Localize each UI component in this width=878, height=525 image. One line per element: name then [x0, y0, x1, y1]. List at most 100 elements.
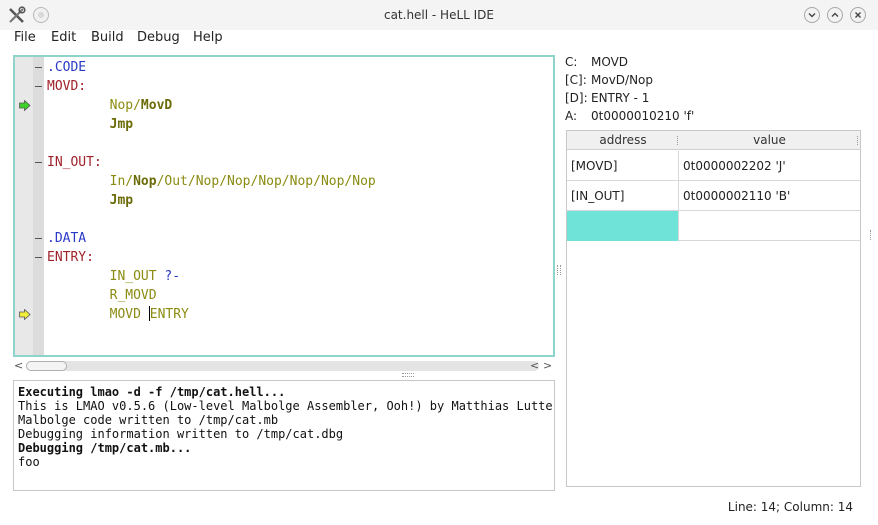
- table-row[interactable]: [MOVD] 0t0000002202 'J': [567, 151, 860, 181]
- code-line[interactable]: [15, 210, 553, 229]
- fold-toggle-icon[interactable]: [35, 162, 42, 163]
- code-token: Nop/: [47, 98, 141, 113]
- register-a-value: 0t0000010210 'f': [591, 109, 695, 123]
- close-icon: [855, 12, 861, 18]
- code-line-text[interactable]: .CODE: [47, 58, 86, 77]
- code-line-text[interactable]: ENTRY:: [47, 248, 94, 267]
- output-console[interactable]: Executing lmao -d -f /tmp/cat.hell... Thi…: [13, 380, 555, 491]
- code-line-text[interactable]: IN_OUT:: [47, 153, 102, 172]
- value-cell[interactable]: 0t0000002202 'J': [679, 151, 860, 181]
- close-button[interactable]: [850, 7, 866, 23]
- code-line[interactable]: In/Nop/Out/Nop/Nop/Nop/Nop/Nop/Nop: [15, 172, 553, 191]
- address-cell[interactable]: [MOVD]: [567, 151, 679, 181]
- code-token: Jmp: [109, 117, 134, 132]
- code-line[interactable]: Nop/MovD: [15, 96, 553, 115]
- minimize-button[interactable]: [804, 7, 820, 23]
- scroll-track[interactable]: [26, 361, 539, 371]
- table-row-new[interactable]: [567, 211, 860, 241]
- code-token: .DATA: [47, 231, 87, 246]
- value-cell[interactable]: [679, 211, 860, 241]
- scroll-left-alt-icon[interactable]: <: [530, 359, 539, 372]
- title-bar: cat.hell - HeLL IDE: [0, 0, 878, 30]
- address-cell[interactable]: [IN_OUT]: [567, 181, 679, 211]
- maximize-button[interactable]: [827, 7, 843, 23]
- code-token: MOVD: [47, 307, 149, 322]
- scroll-right-icon[interactable]: >: [543, 359, 552, 372]
- code-token: R_MOVD: [47, 288, 157, 303]
- code-line[interactable]: MOVD:: [15, 77, 553, 96]
- code-token: MovD: [140, 98, 173, 113]
- code-token: In/: [47, 174, 134, 189]
- menu-edit[interactable]: Edit: [51, 30, 76, 52]
- code-line-text[interactable]: Jmp: [47, 191, 133, 210]
- menu-file[interactable]: File: [14, 30, 36, 52]
- code-line[interactable]: Jmp: [15, 191, 553, 210]
- value-cell[interactable]: 0t0000002110 'B': [679, 181, 860, 211]
- vertical-splitter-handle[interactable]: [557, 265, 561, 275]
- register-a-label: A:: [565, 109, 578, 123]
- code-line[interactable]: .CODE: [15, 58, 553, 77]
- code-line[interactable]: IN_OUT ?-: [15, 267, 553, 286]
- code-line-text[interactable]: MOVD ENTRY: [47, 305, 189, 324]
- output-line: This is LMAO v0.5.6 (Low-level Malbolge …: [18, 399, 555, 413]
- fold-toggle-icon[interactable]: [35, 67, 42, 68]
- output-line: Debugging /tmp/cat.mb...: [18, 441, 192, 455]
- code-line[interactable]: Jmp: [15, 115, 553, 134]
- scroll-thumb[interactable]: [26, 361, 67, 371]
- output-line: Malbolge code written to /tmp/cat.mb: [18, 413, 279, 427]
- fold-toggle-icon[interactable]: [35, 238, 42, 239]
- code-line-text[interactable]: In/Nop/Out/Nop/Nop/Nop/Nop/Nop/Nop: [47, 172, 376, 191]
- current-instruction-arrow-icon: [19, 100, 31, 111]
- horizontal-splitter-handle[interactable]: [402, 373, 414, 377]
- code-line[interactable]: MOVD ENTRY: [15, 305, 553, 324]
- code-line-text[interactable]: Jmp: [47, 115, 133, 134]
- address-cell-selected[interactable]: [567, 211, 679, 241]
- fold-toggle-icon[interactable]: [35, 86, 42, 87]
- register-mem-c-label: [C]:: [565, 73, 587, 87]
- menu-help[interactable]: Help: [193, 30, 223, 52]
- code-line[interactable]: R_MOVD: [15, 286, 553, 305]
- code-token: Nop: [133, 174, 157, 189]
- chevron-up-icon: [831, 12, 839, 17]
- output-line: foo: [18, 455, 40, 469]
- code-line[interactable]: [15, 134, 553, 153]
- code-line-text[interactable]: .DATA: [47, 229, 86, 248]
- register-c-label: C:: [565, 55, 578, 69]
- code-token: IN_OUT:: [47, 155, 102, 170]
- editor-horizontal-scrollbar[interactable]: < < >: [13, 359, 555, 373]
- code-token: MOVD:: [47, 79, 87, 94]
- output-line: Executing lmao -d -f /tmp/cat.hell...: [18, 385, 286, 399]
- register-mem-c-value: MovD/Nop: [591, 73, 654, 87]
- code-line[interactable]: ENTRY:: [15, 248, 553, 267]
- code-token: .CODE: [47, 60, 87, 75]
- menu-debug[interactable]: Debug: [137, 30, 180, 52]
- code-line[interactable]: IN_OUT:: [15, 153, 553, 172]
- watch-table[interactable]: address value [MOVD] 0t0000002202 'J' [I…: [566, 130, 861, 487]
- column-header-value[interactable]: value: [679, 131, 860, 150]
- table-header: address value: [567, 131, 860, 150]
- scroll-left-icon[interactable]: <: [14, 359, 23, 372]
- code-token: Jmp: [109, 193, 134, 208]
- code-line-text[interactable]: IN_OUT ?-: [47, 267, 180, 286]
- register-mem-d-label: [D]:: [565, 91, 588, 105]
- code-token: /Out/Nop/Nop/Nop/Nop/Nop/Nop: [156, 174, 376, 189]
- column-resize-handle[interactable]: [857, 136, 859, 145]
- code-editor[interactable]: .CODE MOVD: Nop/MovD Jmp IN_OUT: In/Nop/Ou…: [13, 55, 555, 357]
- code-token: ENTRY: [149, 307, 189, 322]
- window-title: cat.hell - HeLL IDE: [383, 8, 495, 22]
- column-header-address[interactable]: address: [567, 131, 679, 150]
- code-line-text[interactable]: Nop/MovD: [47, 96, 173, 115]
- status-bar: Line: 14; Column: 14: [0, 497, 878, 519]
- table-row[interactable]: [IN_OUT] 0t0000002110 'B': [567, 181, 860, 211]
- code-line-text[interactable]: MOVD:: [47, 77, 86, 96]
- panel-splitter-handle[interactable]: [870, 230, 874, 240]
- code-line-text[interactable]: R_MOVD: [47, 286, 157, 305]
- register-mem-d-value: ENTRY - 1: [591, 91, 650, 105]
- code-token: ENTRY:: [47, 250, 94, 265]
- fold-toggle-icon[interactable]: [35, 257, 42, 258]
- code-line[interactable]: .DATA: [15, 229, 553, 248]
- chevron-down-icon: [808, 13, 816, 18]
- register-c-value: MOVD: [591, 55, 629, 69]
- menu-build[interactable]: Build: [91, 30, 124, 52]
